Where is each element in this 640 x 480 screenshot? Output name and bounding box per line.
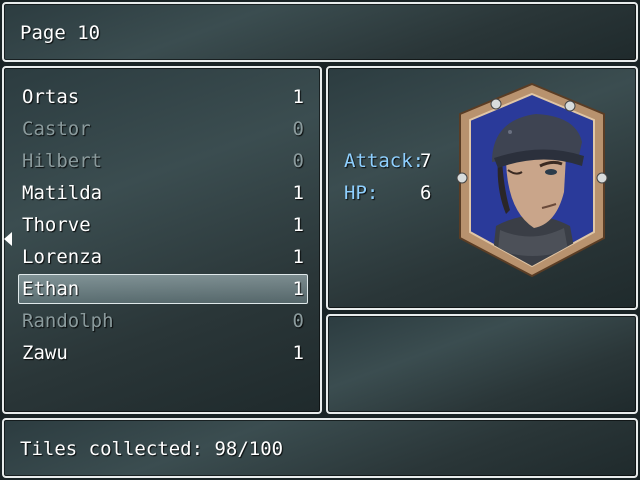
header-window: Page 10 — [2, 2, 638, 62]
list-item-count: 1 — [292, 246, 304, 268]
list-item-name: Zawu — [22, 342, 68, 364]
list-item[interactable]: Ortas 1 — [18, 82, 308, 112]
list-item[interactable]: Castor 0 — [18, 114, 308, 144]
hp-value: 6 — [420, 182, 432, 204]
list-item[interactable]: Zawu 1 — [18, 338, 308, 368]
page-left-arrow-icon[interactable] — [4, 232, 12, 246]
list-item-name: Ethan — [22, 278, 80, 300]
list-item-count: 1 — [292, 86, 304, 108]
list-item[interactable]: Matilda 1 — [18, 178, 308, 208]
tiles-collected-status: Tiles collected: 98/100 — [20, 438, 284, 460]
empty-info-window — [326, 314, 638, 414]
list-item-name: Lorenza — [22, 246, 103, 268]
list-item[interactable]: Hilbert 0 — [18, 146, 308, 176]
list-item-count: 1 — [292, 182, 304, 204]
list-item-count: 1 — [292, 214, 304, 236]
list-item[interactable]: Lorenza 1 — [18, 242, 308, 272]
list-item-name: Randolph — [22, 310, 114, 332]
list-item-name: Matilda — [22, 182, 103, 204]
character-list-window: Ortas 1 Castor 0 Hilbert 0 Matilda 1 Tho… — [2, 66, 322, 414]
character-detail-window: Attack: 7 HP: 6 — [326, 66, 638, 310]
list-item-name: Castor — [22, 118, 91, 140]
list-item-count: 1 — [292, 278, 304, 300]
attack-label: Attack: — [344, 150, 425, 172]
list-item-name: Ortas — [22, 86, 80, 108]
attack-value: 7 — [420, 150, 432, 172]
character-portrait-icon — [456, 82, 608, 278]
list-item-count: 0 — [292, 118, 304, 140]
list-item-selected[interactable]: Ethan 1 — [18, 274, 308, 304]
list-item[interactable]: Randolph 0 — [18, 306, 308, 336]
hp-label: HP: — [344, 182, 379, 204]
list-item-count: 0 — [292, 150, 304, 172]
list-item-name: Thorve — [22, 214, 91, 236]
list-item-count: 1 — [292, 342, 304, 364]
list-item[interactable]: Thorve 1 — [18, 210, 308, 240]
footer-window: Tiles collected: 98/100 — [2, 418, 638, 478]
page-title: Page 10 — [20, 22, 101, 44]
list-item-count: 0 — [292, 310, 304, 332]
list-item-name: Hilbert — [22, 150, 103, 172]
